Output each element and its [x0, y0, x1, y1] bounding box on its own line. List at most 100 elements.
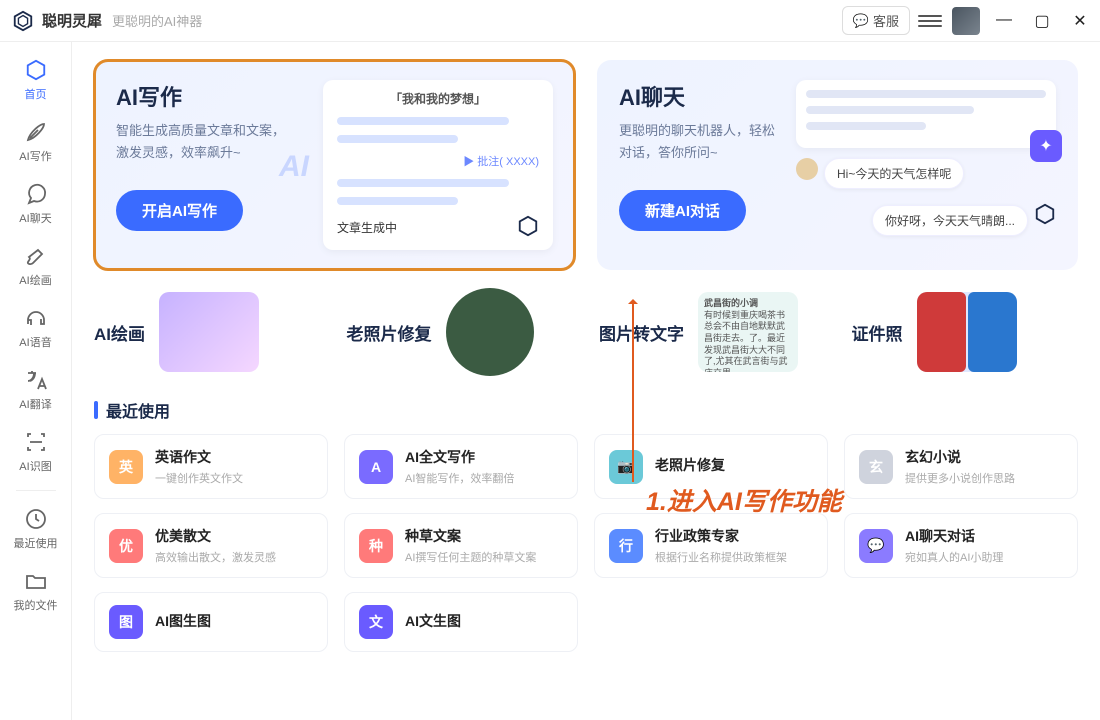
- sidebar-separator: [16, 490, 56, 491]
- chat-answer-bubble: 你好呀，今天天气晴朗...: [872, 205, 1028, 236]
- tool-thumb-paint: [159, 292, 259, 372]
- translate-icon: [24, 368, 48, 392]
- chat-preview-panel: ✦ Hi~今天的天气怎样呢 你好呀，今天天气晴朗...: [796, 80, 1056, 250]
- sidebar-item-ocr[interactable]: AI识图: [6, 422, 66, 482]
- card-badge-icon: 优: [109, 529, 143, 563]
- card-title: AI全文写作: [405, 447, 514, 467]
- recent-card[interactable]: 玄玄幻小说提供更多小说创作思路: [844, 434, 1078, 499]
- chat-icon: [24, 182, 48, 206]
- scan-icon: [24, 430, 48, 454]
- title-bar: 聪明灵犀 更聪明的AI神器 💬 客服 — ▢ ✕: [0, 0, 1100, 42]
- user-avatar[interactable]: [952, 7, 980, 35]
- tool-title: 老照片修复: [347, 320, 432, 345]
- tool-card-idphoto[interactable]: 证件照: [852, 288, 1079, 376]
- card-badge-icon: 行: [609, 529, 643, 563]
- new-chat-button[interactable]: 新建AI对话: [619, 190, 746, 231]
- hero-card-writing[interactable]: AI写作 智能生成高质量文章和文案， 激发灵感，效率飙升~ 开启AI写作 AI …: [94, 60, 575, 270]
- window-close-button[interactable]: ✕: [1070, 11, 1090, 31]
- sidebar-item-paint[interactable]: AI绘画: [6, 236, 66, 296]
- customer-service-label: 客服: [873, 11, 899, 30]
- recent-card[interactable]: 行行业政策专家根据行业名称提供政策框架: [594, 513, 828, 578]
- card-title: 英语作文: [155, 447, 243, 467]
- card-title: AI图生图: [155, 611, 211, 631]
- window-maximize-button[interactable]: ▢: [1032, 11, 1052, 31]
- sidebar-item-label: 最近使用: [14, 535, 58, 551]
- recent-grid: 英英语作文一键创作英文作文 AAI全文写作AI智能写作，效率翻倍 📷老照片修复 …: [94, 434, 1078, 652]
- sidebar-item-recent[interactable]: 最近使用: [6, 499, 66, 559]
- tool-thumb-idphoto: [917, 292, 1017, 372]
- card-subtitle: 高效输出散文，激发灵感: [155, 549, 276, 565]
- card-title: 种草文案: [405, 526, 536, 546]
- preview-status-text: 文章生成中: [337, 219, 397, 236]
- sidebar-item-voice[interactable]: AI语音: [6, 298, 66, 358]
- annotation-arrow: [632, 302, 634, 482]
- recent-card[interactable]: 优优美散文高效输出散文，激发灵感: [94, 513, 328, 578]
- card-title: AI聊天对话: [905, 526, 1003, 546]
- card-badge-icon: 📷: [609, 450, 643, 484]
- card-subtitle: 宛如真人的AI小助理: [905, 549, 1003, 565]
- recent-card[interactable]: 种种草文案AI撰写任何主题的种草文案: [344, 513, 578, 578]
- tools-row: AI绘画 老照片修复 图片转文字 武昌街的小调有时候到重庆喝茶书总会不由自地默默…: [94, 288, 1078, 376]
- sidebar-item-label: AI绘画: [19, 272, 51, 288]
- feather-icon: [24, 120, 48, 144]
- hamburger-menu-icon[interactable]: [918, 9, 942, 33]
- tool-title: AI绘画: [94, 320, 145, 345]
- chat-question-bubble: Hi~今天的天气怎样呢: [824, 158, 964, 189]
- hero-writing-title: AI写作: [116, 80, 307, 112]
- card-subtitle: 一键创作英文作文: [155, 470, 243, 486]
- hexagon-icon: [517, 215, 539, 240]
- app-logo-icon: [10, 8, 36, 34]
- sidebar: 首页 AI写作 AI聊天 AI绘画 AI语音 AI翻译 AI识图 最: [0, 42, 72, 720]
- folder-icon: [24, 569, 48, 593]
- recent-card[interactable]: 💬 AI聊天对话宛如真人的AI小助理: [844, 513, 1078, 578]
- recent-card[interactable]: AAI全文写作AI智能写作，效率翻倍: [344, 434, 578, 499]
- customer-service-button[interactable]: 💬 客服: [842, 6, 910, 35]
- recent-card[interactable]: 文 AI文生图: [344, 592, 578, 652]
- recent-card[interactable]: 英英语作文一键创作英文作文: [94, 434, 328, 499]
- card-badge-icon: 图: [109, 605, 143, 639]
- main-content: AI写作 智能生成高质量文章和文案， 激发灵感，效率飙升~ 开启AI写作 AI …: [72, 42, 1100, 720]
- hero-chat-title: AI聊天: [619, 80, 780, 112]
- sidebar-item-chat[interactable]: AI聊天: [6, 174, 66, 234]
- sidebar-item-translate[interactable]: AI翻译: [6, 360, 66, 420]
- chat-avatar-icon: [796, 158, 818, 180]
- home-hexagon-icon: [24, 58, 48, 82]
- app-name: 聪明灵犀: [42, 10, 102, 31]
- card-badge-icon: 玄: [859, 450, 893, 484]
- sidebar-item-home[interactable]: 首页: [6, 50, 66, 110]
- card-badge-icon: 英: [109, 450, 143, 484]
- tool-thumb-doc: 武昌街的小调有时候到重庆喝茶书总会不由自地默默武昌街走去。了。最近发现武昌街大大…: [698, 292, 798, 372]
- card-subtitle: AI撰写任何主题的种草文案: [405, 549, 536, 565]
- tool-card-paint[interactable]: AI绘画: [94, 288, 321, 376]
- card-badge-icon: A: [359, 450, 393, 484]
- sidebar-item-writing[interactable]: AI写作: [6, 112, 66, 172]
- sidebar-item-files[interactable]: 我的文件: [6, 561, 66, 621]
- hexagon-icon: [1034, 203, 1056, 230]
- app-slogan: 更聪明的AI神器: [112, 11, 202, 30]
- headphones-icon: [24, 306, 48, 330]
- card-title: 老照片修复: [655, 455, 725, 475]
- card-title: AI文生图: [405, 611, 461, 631]
- tool-card-photorestore[interactable]: 老照片修复: [347, 288, 574, 376]
- ocr-doc-title: 武昌街的小调: [704, 298, 758, 308]
- tool-thumb-photo: [446, 288, 534, 376]
- hero-card-chat[interactable]: AI聊天 更聪明的聊天机器人，轻松 对话，答你所问~ 新建AI对话 ✦ Hi~今…: [597, 60, 1078, 270]
- recent-card[interactable]: 图 AI图生图: [94, 592, 328, 652]
- clock-icon: [24, 507, 48, 531]
- sidebar-item-label: AI聊天: [19, 210, 51, 226]
- chat-fab-icon: ✦: [1030, 130, 1062, 162]
- brush-icon: [24, 244, 48, 268]
- tool-title: 图片转文字: [599, 320, 684, 345]
- ai-watermark: AI: [279, 150, 309, 184]
- start-writing-button[interactable]: 开启AI写作: [116, 190, 243, 231]
- card-badge-icon: 文: [359, 605, 393, 639]
- window-minimize-button[interactable]: —: [994, 11, 1014, 31]
- recent-section-heading: 最近使用: [94, 398, 1078, 422]
- card-badge-icon: 💬: [859, 529, 893, 563]
- card-title: 行业政策专家: [655, 526, 787, 546]
- preview-annotation-label: ▶ 批注( XXXX): [337, 153, 539, 169]
- recent-heading-label: 最近使用: [106, 398, 170, 422]
- tool-title: 证件照: [852, 320, 903, 345]
- ocr-doc-body: 有时候到重庆喝茶书总会不由自地默默武昌街走去。了。最近发现武昌街大大不同了,尤其…: [704, 310, 788, 372]
- preview-doc-title: 「我和我的梦想」: [337, 90, 539, 107]
